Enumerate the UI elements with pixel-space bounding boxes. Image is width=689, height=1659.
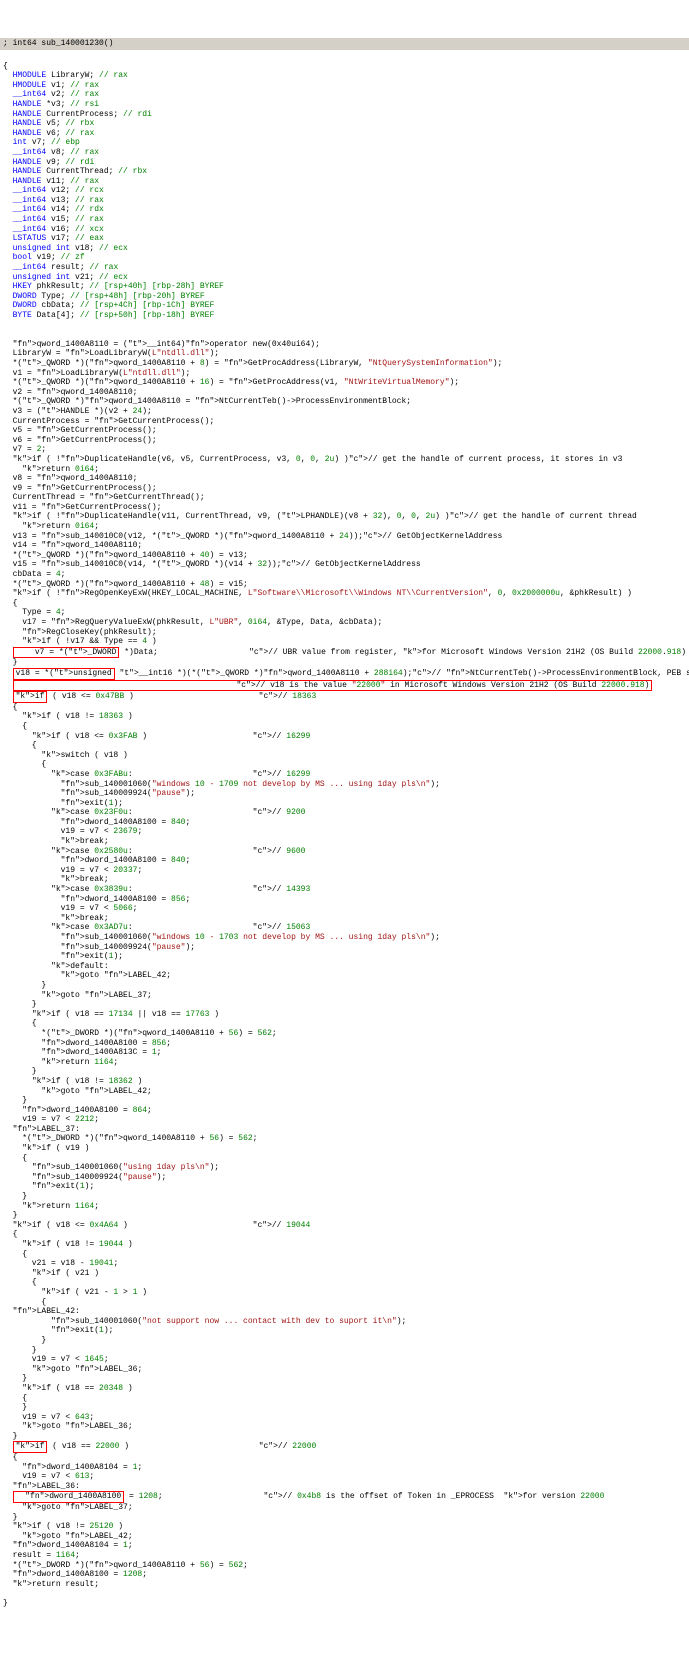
code-view: { HMODULE LibraryW; // rax HMODULE v1; /… — [0, 60, 689, 1611]
header-line: ; int64 sub_140001230() — [0, 38, 689, 50]
fn-brace-open: { — [3, 62, 8, 71]
fn-brace-close: } — [3, 1599, 8, 1608]
